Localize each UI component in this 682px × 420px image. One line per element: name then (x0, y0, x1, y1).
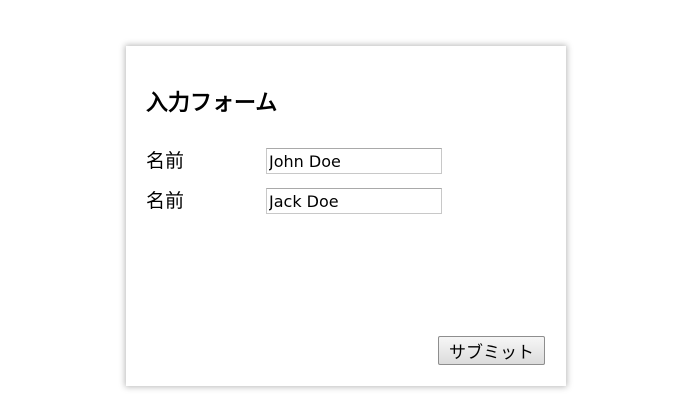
form-row-2: 名前 (146, 188, 442, 214)
submit-button[interactable]: サブミット (438, 336, 545, 365)
name-input-2[interactable] (266, 188, 442, 214)
name-input-1[interactable] (266, 148, 442, 174)
name-label-2: 名前 (146, 190, 185, 212)
form-row-1: 名前 (146, 148, 442, 174)
form-card: 入力フォーム 名前 名前 サブミット (126, 46, 566, 386)
form-title: 入力フォーム (146, 91, 278, 116)
name-label-1: 名前 (146, 150, 185, 172)
